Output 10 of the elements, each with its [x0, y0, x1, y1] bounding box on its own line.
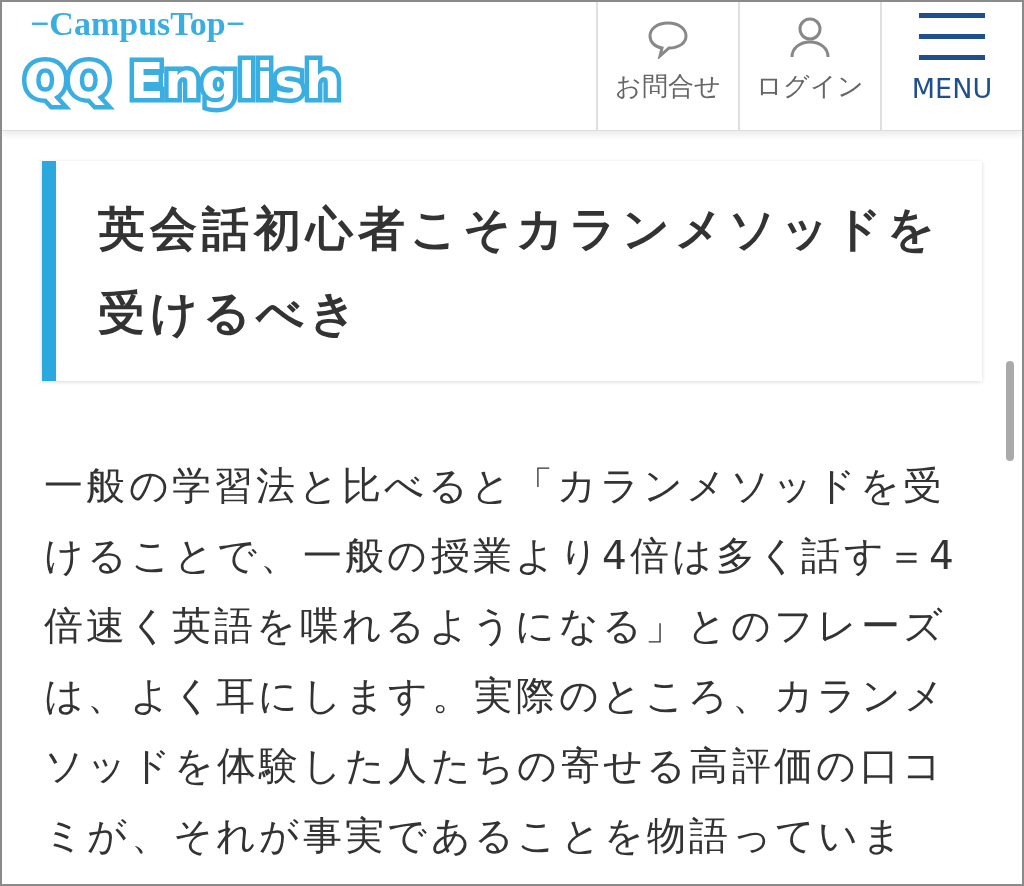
chat-bubble-icon: [646, 19, 690, 59]
scrollbar[interactable]: [1006, 361, 1014, 461]
article-heading: 英会話初心者こそカランメソッドを受けるべき: [42, 161, 982, 381]
article-paragraph: 一般の学習法と比べると「カランメソッドを受けることで、一般の授業より4倍は多く話す＝4倍速く英語を喋れるようになる」とのフレーズは、よく耳にします。実際のところ、カランメソッドを体験した人たちの寄せる高評価の口コミが、それが事実であることを物語っていま: [44, 462, 959, 860]
menu-icon: [919, 11, 985, 63]
contact-link[interactable]: お問合せ: [596, 2, 738, 130]
menu-button[interactable]: MENU: [880, 2, 1022, 130]
logo-tagline: −CampusTop−: [29, 4, 246, 44]
login-link[interactable]: ログイン: [738, 2, 880, 130]
user-icon: [788, 15, 832, 59]
